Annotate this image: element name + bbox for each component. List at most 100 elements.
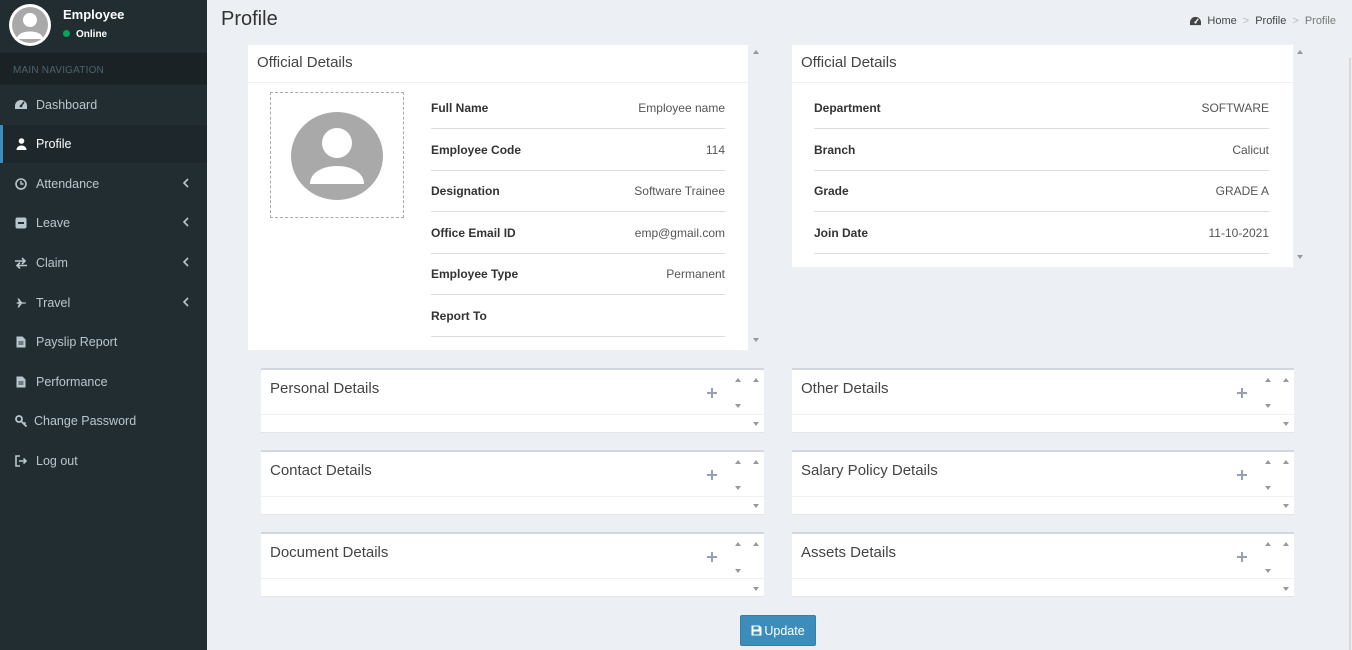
minus-square-icon — [14, 216, 28, 230]
scrollbar[interactable] — [1296, 50, 1306, 262]
detail-label: Employee Type — [431, 267, 519, 281]
scroll-down-icon[interactable] — [1283, 504, 1289, 508]
scroll-up-icon[interactable] — [1265, 542, 1271, 546]
scroll-down-icon[interactable] — [1297, 255, 1303, 259]
detail-label: Office Email ID — [431, 226, 516, 240]
expand-plus-icon[interactable] — [1237, 470, 1247, 480]
detail-label: Employee Code — [431, 143, 522, 157]
sidebar-item-change-password[interactable]: Change Password — [0, 402, 207, 440]
breadcrumb-section-link[interactable]: Profile — [1255, 15, 1286, 27]
detail-label: Designation — [431, 184, 500, 198]
scroll-up-icon[interactable] — [753, 542, 759, 546]
box-body — [792, 579, 1294, 597]
detail-row-grade: Grade GRADE A — [814, 170, 1269, 212]
scroll-up-icon[interactable] — [1265, 378, 1271, 382]
sidebar-item-payslip-report[interactable]: Payslip Report — [0, 323, 207, 361]
sidebar-item-log-out[interactable]: Log out — [0, 442, 207, 480]
sidebar-item-label: Payslip Report — [36, 335, 118, 349]
box-title: Official Details — [257, 54, 353, 71]
detail-label: Grade — [814, 184, 849, 198]
scroll-up-icon[interactable] — [1297, 50, 1303, 54]
document-details-box: Document Details — [261, 532, 764, 597]
key-icon — [14, 414, 28, 428]
scroll-down-icon[interactable] — [753, 504, 759, 508]
sidebar-item-label: Profile — [36, 137, 72, 151]
scroll-up-icon[interactable] — [1283, 460, 1289, 464]
sidebar-item-attendance[interactable]: Attendance — [0, 165, 207, 203]
box-divider — [792, 82, 1293, 83]
scroll-up-icon[interactable] — [735, 378, 741, 382]
user-avatar-icon — [12, 7, 48, 43]
detail-value: Software Trainee — [634, 184, 725, 198]
clock-icon — [14, 177, 28, 191]
scroll-up-icon[interactable] — [1283, 542, 1289, 546]
other-details-box: Other Details — [792, 368, 1294, 433]
user-icon — [14, 137, 28, 151]
box-body — [261, 579, 764, 597]
sidebar-item-performance[interactable]: Performance — [0, 363, 207, 401]
detail-row-full-name: Full Name Employee name — [431, 87, 725, 129]
scroll-down-icon[interactable] — [1265, 486, 1271, 490]
detail-row-employee-code: Employee Code 114 — [431, 129, 725, 171]
page-title: Profile — [221, 8, 278, 30]
sidebar-item-label: Travel — [36, 296, 71, 310]
scroll-up-icon[interactable] — [753, 50, 759, 54]
online-dot-icon — [63, 30, 70, 37]
sidebar-item-leave[interactable]: Leave — [0, 204, 207, 242]
user-status-text: Online — [76, 29, 108, 40]
scroll-up-icon[interactable] — [735, 460, 741, 464]
breadcrumb-current: Profile — [1304, 15, 1336, 27]
expand-plus-icon[interactable] — [707, 552, 717, 562]
detail-row-employee-type: Employee Type Permanent — [431, 253, 725, 295]
detail-row-join-date: Join Date 11-10-2021 — [814, 212, 1269, 254]
sidebar-item-label: Attendance — [36, 177, 100, 191]
scroll-down-icon[interactable] — [1283, 587, 1289, 591]
scroll-up-icon[interactable] — [1283, 378, 1289, 382]
box-title: Document Details — [270, 544, 389, 561]
detail-label: Report To — [431, 309, 487, 323]
chevron-left-icon — [182, 177, 190, 189]
breadcrumb-separator: > — [1292, 15, 1299, 27]
scroll-up-icon[interactable] — [753, 378, 759, 382]
scroll-down-icon[interactable] — [1265, 569, 1271, 573]
scroll-down-icon[interactable] — [753, 338, 759, 342]
detail-row-report-to: Report To — [431, 295, 725, 337]
sidebar-item-label: Claim — [36, 256, 68, 270]
scroll-down-icon[interactable] — [735, 569, 741, 573]
scroll-down-icon[interactable] — [753, 587, 759, 591]
sidebar-item-dashboard[interactable]: Dashboard — [0, 86, 207, 124]
page-scrollbar[interactable] — [1349, 58, 1351, 650]
scroll-up-icon[interactable] — [735, 542, 741, 546]
scroll-down-icon[interactable] — [753, 422, 759, 426]
detail-label: Department — [814, 101, 881, 115]
update-button[interactable]: Update — [740, 615, 816, 646]
user-name: Employee — [63, 7, 125, 22]
sidebar-item-label: Performance — [36, 375, 108, 389]
box-title: Salary Policy Details — [801, 462, 938, 479]
scrollbar[interactable] — [752, 50, 762, 345]
scroll-down-icon[interactable] — [735, 404, 741, 408]
profile-photo-frame[interactable] — [270, 92, 404, 218]
user-panel: Employee Online — [0, 0, 207, 52]
scroll-down-icon[interactable] — [735, 486, 741, 490]
sidebar-item-profile[interactable]: Profile — [0, 125, 207, 163]
detail-value: 11-10-2021 — [1208, 226, 1270, 240]
sidebar-item-claim[interactable]: Claim — [0, 244, 207, 282]
detail-value: Calicut — [1232, 143, 1269, 157]
dashboard-icon — [14, 98, 28, 112]
sidebar-item-travel[interactable]: Travel — [0, 284, 207, 322]
expand-plus-icon[interactable] — [1237, 388, 1247, 398]
box-title: Assets Details — [801, 544, 897, 561]
breadcrumb-home-link[interactable]: Home — [1207, 15, 1236, 27]
scroll-up-icon[interactable] — [753, 460, 759, 464]
scroll-down-icon[interactable] — [1265, 404, 1271, 408]
scroll-up-icon[interactable] — [1265, 460, 1271, 464]
exchange-icon — [14, 256, 28, 270]
expand-plus-icon[interactable] — [707, 470, 717, 480]
expand-plus-icon[interactable] — [707, 388, 717, 398]
box-body — [261, 497, 764, 515]
file-icon — [14, 335, 28, 349]
breadcrumb-separator: > — [1242, 15, 1250, 27]
scroll-down-icon[interactable] — [1283, 422, 1289, 426]
expand-plus-icon[interactable] — [1237, 552, 1247, 562]
